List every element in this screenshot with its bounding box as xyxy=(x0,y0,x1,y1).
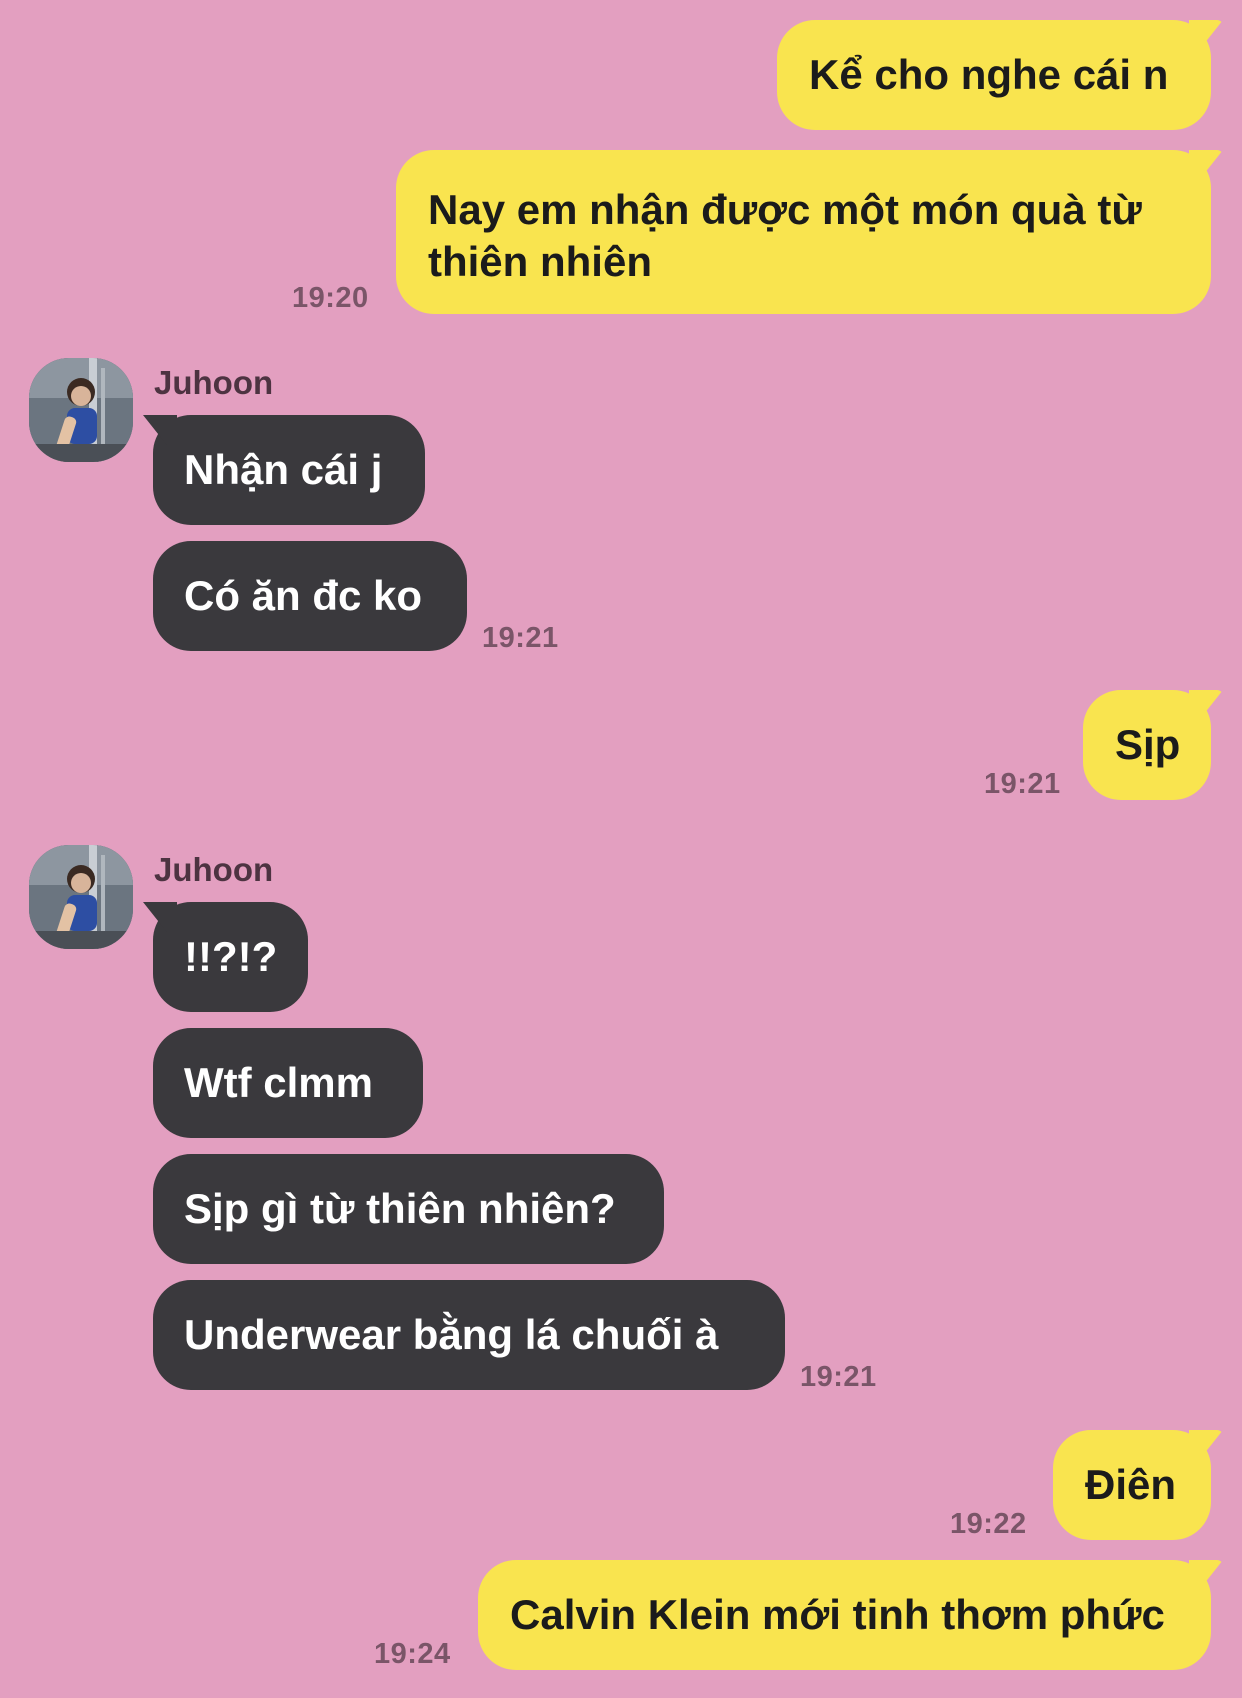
their-message-bubble[interactable]: Sịp gì từ thiên nhiên? xyxy=(153,1154,664,1264)
their-message-bubble[interactable]: Underwear bằng lá chuối à xyxy=(153,1280,785,1390)
message-timestamp: 19:20 xyxy=(292,282,369,314)
sender-name: Juhoon xyxy=(154,364,274,401)
contact-avatar[interactable] xyxy=(29,358,133,462)
my-message-bubble[interactable]: Sịp xyxy=(1083,690,1211,800)
my-message-bubble[interactable]: Điên xyxy=(1053,1430,1211,1540)
profile-photo-avatar-icon xyxy=(29,358,133,462)
my-message-bubble[interactable]: Nay em nhận được một món quà từ thiên nh… xyxy=(396,150,1211,314)
my-message-bubble[interactable]: Calvin Klein mới tinh thơm phức xyxy=(478,1560,1211,1670)
chat-thread: Kể cho nghe cái n Nay em nhận được một m… xyxy=(0,0,1242,1698)
their-message-bubble[interactable]: Wtf clmm xyxy=(153,1028,423,1138)
message-timestamp: 19:21 xyxy=(482,622,559,654)
profile-photo-avatar-icon xyxy=(29,845,133,949)
sender-name: Juhoon xyxy=(154,851,274,888)
message-timestamp: 19:24 xyxy=(374,1638,451,1670)
my-message-bubble[interactable]: Kể cho nghe cái n xyxy=(777,20,1211,130)
contact-avatar[interactable] xyxy=(29,845,133,949)
their-message-bubble[interactable]: !!?!? xyxy=(153,902,308,1012)
their-message-bubble[interactable]: Có ăn đc ko xyxy=(153,541,467,651)
message-timestamp: 19:21 xyxy=(800,1361,877,1393)
their-message-bubble[interactable]: Nhận cái j xyxy=(153,415,425,525)
message-timestamp: 19:22 xyxy=(950,1508,1027,1540)
message-timestamp: 19:21 xyxy=(984,768,1061,800)
